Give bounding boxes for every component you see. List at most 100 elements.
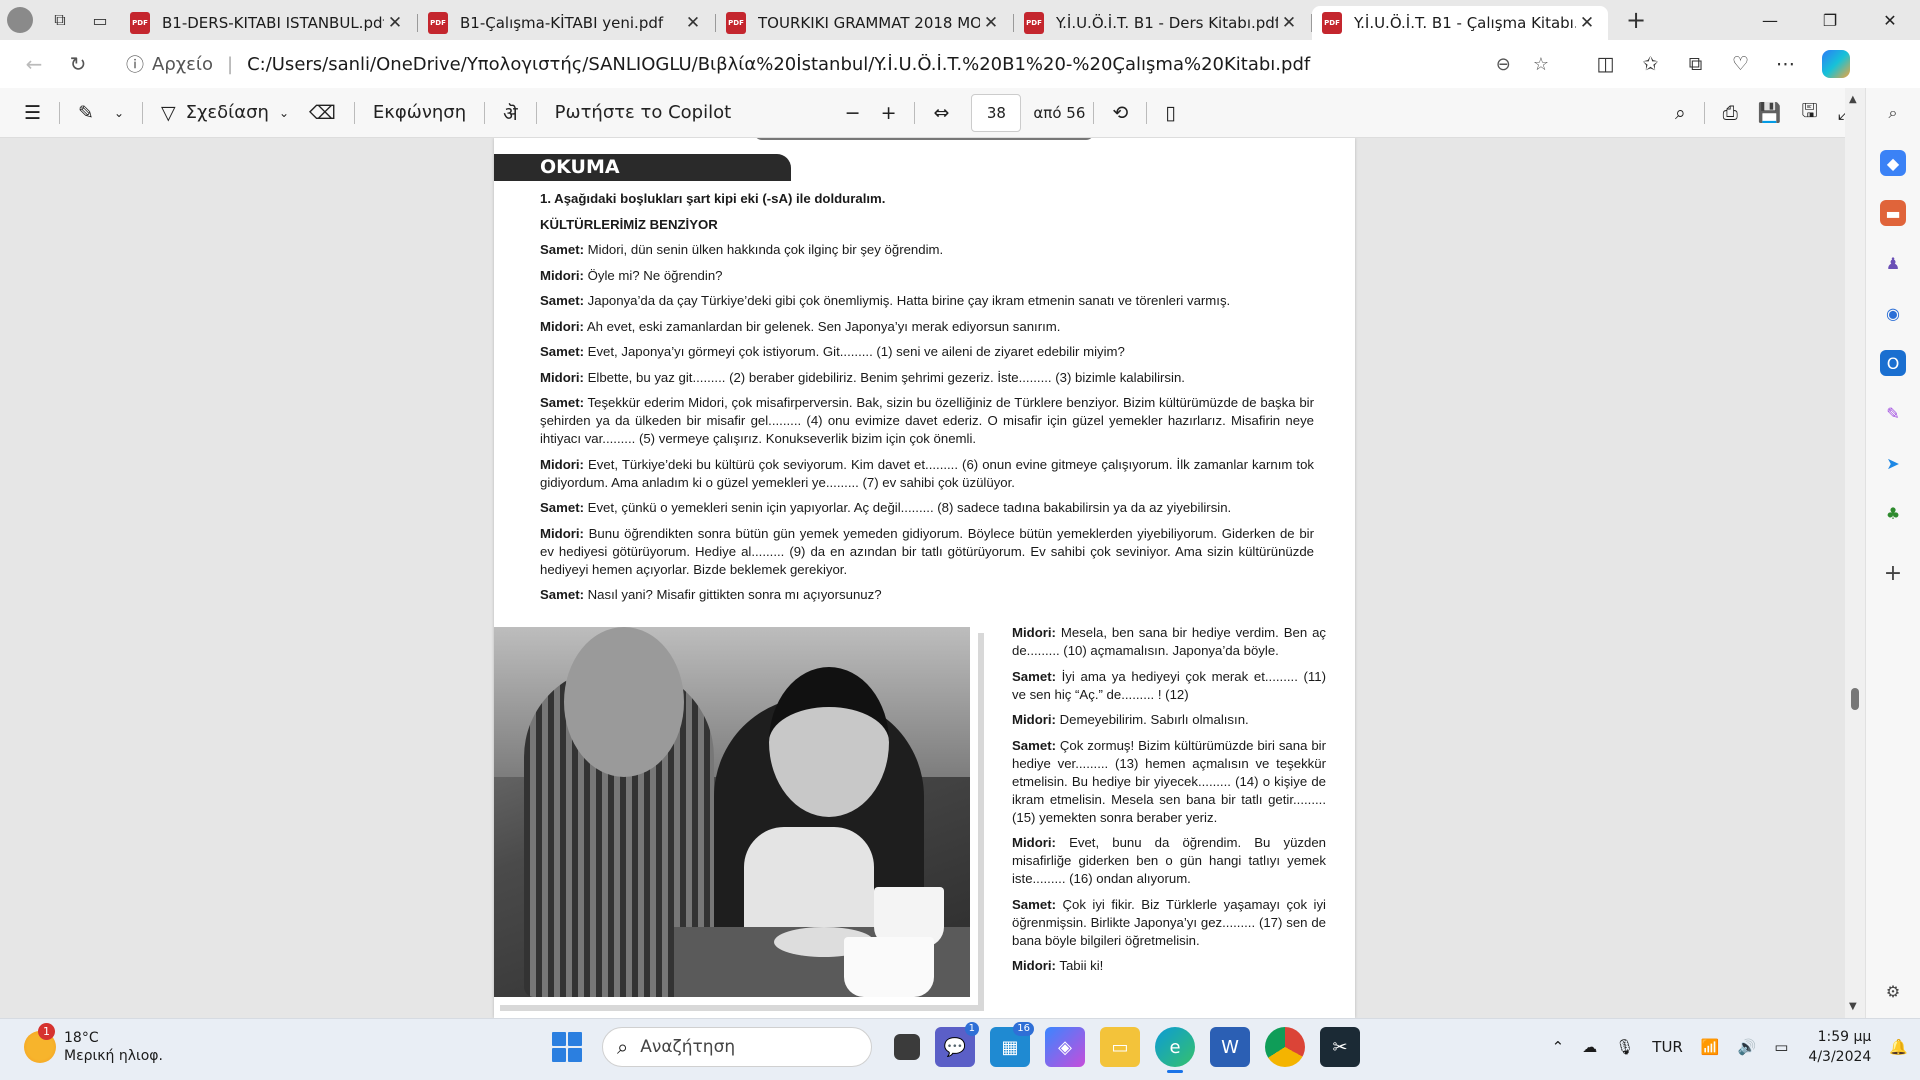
divider bbox=[1146, 101, 1148, 124]
task-view-icon[interactable] bbox=[894, 1034, 920, 1060]
tab-4[interactable]: PDF Y.İ.U.Ö.İ.T. B1 - Çalışma Kitabı.pdf… bbox=[1312, 6, 1608, 40]
tab-0[interactable]: PDF B1-DERS-KITABI ISTANBUL.pdf ✕ bbox=[120, 6, 418, 40]
scroll-up-icon[interactable]: ▲ bbox=[1849, 94, 1857, 105]
tab-2[interactable]: PDF TOURKIKI GRAMMAT 2018 MON ✕ bbox=[716, 6, 1014, 40]
pdf-viewer[interactable]: OKUMA 1. Aşağıdaki boşlukları şart kipi … bbox=[0, 138, 1845, 1018]
print-icon[interactable]: ⎙ bbox=[1713, 102, 1748, 124]
zoom-out-icon[interactable]: ⊖ bbox=[1496, 54, 1511, 75]
file-explorer-icon[interactable]: ▭ bbox=[1100, 1027, 1140, 1067]
highlight-icon[interactable]: ✎ bbox=[68, 102, 104, 124]
restore-button[interactable]: ❐ bbox=[1800, 0, 1860, 40]
copilot-button[interactable]: Ρωτήστε το Copilot bbox=[545, 102, 795, 123]
battery-icon[interactable]: ▭ bbox=[1774, 1038, 1788, 1056]
read-aloud-button[interactable]: Εκφώνηση bbox=[363, 102, 476, 123]
store-icon[interactable]: ▦ 16 bbox=[990, 1022, 1034, 1067]
window-close-button[interactable]: ✕ bbox=[1860, 0, 1920, 40]
edge-icon[interactable]: e bbox=[1155, 1027, 1195, 1073]
tools-icon[interactable]: ▬ bbox=[1880, 200, 1906, 226]
designer-icon[interactable]: ✎ bbox=[1880, 400, 1906, 426]
capcut-icon[interactable]: ✂ bbox=[1320, 1027, 1360, 1067]
find-icon[interactable]: ⌕ bbox=[1665, 102, 1696, 124]
onedrive-icon[interactable]: ☁ bbox=[1582, 1038, 1597, 1056]
split-screen-icon[interactable]: ◫ bbox=[1583, 53, 1628, 75]
vertical-scrollbar[interactable]: ▲ ▼ bbox=[1845, 88, 1865, 1018]
scroll-thumb[interactable] bbox=[1851, 688, 1859, 710]
microsoft-365-icon[interactable]: ◉ bbox=[1880, 300, 1906, 326]
refresh-button[interactable]: ↻ bbox=[56, 44, 100, 84]
save-as-icon[interactable]: 🖫 bbox=[1792, 97, 1828, 129]
close-icon[interactable]: ✕ bbox=[384, 13, 406, 33]
address-bar[interactable]: ⓘ Αρχείο | C:/Users/sanli/OneDrive/Υπολο… bbox=[110, 45, 1565, 83]
search-icon[interactable]: ⌕ bbox=[1880, 100, 1906, 126]
chevron-down-icon[interactable]: ⌄ bbox=[104, 106, 134, 120]
taskbar-search[interactable]: ⌕ Αναζήτηση bbox=[602, 1027, 872, 1067]
back-button[interactable]: ← bbox=[12, 44, 56, 84]
rotate-icon[interactable]: ⟲ bbox=[1102, 102, 1138, 124]
favorite-star-icon[interactable]: ☆ bbox=[1533, 54, 1549, 75]
translate-icon[interactable]: ऄ bbox=[493, 100, 528, 126]
edge-sidebar: ⌕ ◆ ▬ ♟ ◉ O ✎ ➤ ♣ + ⚙ bbox=[1865, 88, 1920, 1018]
contents-icon[interactable]: ☰ bbox=[14, 102, 51, 124]
new-tab-button[interactable]: + bbox=[1616, 0, 1656, 40]
chevron-up-icon[interactable]: ⌃ bbox=[1552, 1038, 1565, 1056]
mic-muted-icon[interactable]: 🎙 bbox=[1615, 1038, 1634, 1056]
vertical-tabs-icon[interactable]: ▭ bbox=[80, 0, 120, 40]
speaker-name: Samet: bbox=[540, 293, 584, 308]
draw-label[interactable]: Σχεδίαση bbox=[186, 102, 269, 123]
more-menu-icon[interactable]: ⋯ bbox=[1763, 53, 1808, 75]
photo-man-head bbox=[564, 627, 684, 777]
send-icon[interactable]: ➤ bbox=[1880, 450, 1906, 476]
reading-title: KÜLTÜRLERİMİZ BENZİYOR bbox=[540, 216, 718, 232]
address-url[interactable]: C:/Users/sanli/OneDrive/Υπολογιστής/SANL… bbox=[247, 54, 1474, 75]
close-icon[interactable]: ✕ bbox=[1576, 13, 1598, 33]
system-tray: ⌃ ☁ 🎙 TUR 📶 🔊 ▭ 1:59 μμ 4/3/2024 🔔 bbox=[1534, 1027, 1908, 1067]
page-view-icon[interactable]: ▯ bbox=[1155, 102, 1185, 124]
divider bbox=[353, 101, 355, 124]
browser-essentials-icon[interactable]: ♡ bbox=[1718, 53, 1763, 75]
clock[interactable]: 1:59 μμ 4/3/2024 bbox=[1808, 1027, 1871, 1067]
scroll-down-icon[interactable]: ▼ bbox=[1849, 1001, 1857, 1012]
tab-1[interactable]: PDF B1-Çalışma-KİTABI yeni.pdf ✕ bbox=[418, 6, 716, 40]
dialogue-line: Midori: Öyle mi? Ne öğrendin? bbox=[540, 267, 1314, 285]
tab-title: Y.İ.U.Ö.İ.T. B1 - Çalışma Kitabı.pdf bbox=[1354, 14, 1576, 32]
workspaces-icon[interactable]: ⧉ bbox=[40, 0, 80, 40]
word-icon[interactable]: W bbox=[1210, 1027, 1250, 1067]
add-icon[interactable]: + bbox=[1880, 560, 1906, 586]
volume-icon[interactable]: 🔊 bbox=[1738, 1038, 1757, 1056]
search-placeholder: Αναζήτηση bbox=[640, 1037, 736, 1057]
collections-icon[interactable]: ⧉ bbox=[1673, 53, 1718, 75]
zoom-out-icon[interactable]: − bbox=[835, 102, 871, 124]
start-button[interactable] bbox=[552, 1032, 582, 1062]
browser-actions: ◫ ✩ ⧉ ♡ ⋯ bbox=[1583, 53, 1808, 75]
games-icon[interactable]: ♟ bbox=[1880, 250, 1906, 276]
info-icon[interactable]: ⓘ bbox=[126, 51, 144, 77]
eraser-icon[interactable]: ⌫ bbox=[299, 102, 346, 124]
chrome-icon[interactable] bbox=[1265, 1027, 1305, 1067]
weather-temp: 18°C bbox=[64, 1030, 99, 1046]
page-number-input[interactable]: 38 bbox=[971, 93, 1022, 132]
outlook-icon[interactable]: O bbox=[1880, 350, 1906, 376]
fit-width-icon[interactable]: ⇔ bbox=[923, 102, 959, 124]
copilot-taskbar-icon[interactable]: ◈ bbox=[1045, 1027, 1085, 1067]
speaker-name: Samet: bbox=[540, 587, 584, 602]
save-icon[interactable]: 💾 bbox=[1748, 101, 1792, 124]
close-icon[interactable]: ✕ bbox=[980, 13, 1002, 33]
shopping-icon[interactable]: ◆ bbox=[1880, 150, 1906, 176]
close-icon[interactable]: ✕ bbox=[1278, 13, 1300, 33]
close-icon[interactable]: ✕ bbox=[682, 13, 704, 33]
tree-icon[interactable]: ♣ bbox=[1880, 500, 1906, 526]
teams-icon[interactable]: 💬 1 bbox=[935, 1022, 979, 1067]
draw-icon[interactable]: ▽ bbox=[151, 102, 186, 124]
tab-3[interactable]: PDF Y.İ.U.Ö.İ.T. B1 - Ders Kitabı.pdf ✕ bbox=[1014, 6, 1312, 40]
notifications-bell-icon[interactable]: 🔔 bbox=[1889, 1038, 1908, 1056]
chevron-down-icon[interactable]: ⌄ bbox=[269, 106, 299, 120]
zoom-in-icon[interactable]: + bbox=[871, 102, 907, 124]
profile-icon[interactable] bbox=[0, 0, 40, 40]
weather-widget[interactable]: 1 18°C Μερική ηλιοφ. bbox=[24, 1023, 163, 1065]
favorites-icon[interactable]: ✩ bbox=[1628, 53, 1673, 75]
language-indicator[interactable]: TUR bbox=[1652, 1038, 1683, 1056]
wifi-icon[interactable]: 📶 bbox=[1701, 1038, 1720, 1056]
settings-gear-icon[interactable]: ⚙ bbox=[1880, 978, 1906, 1004]
minimize-button[interactable]: — bbox=[1740, 0, 1800, 40]
copilot-icon[interactable] bbox=[1822, 50, 1850, 78]
